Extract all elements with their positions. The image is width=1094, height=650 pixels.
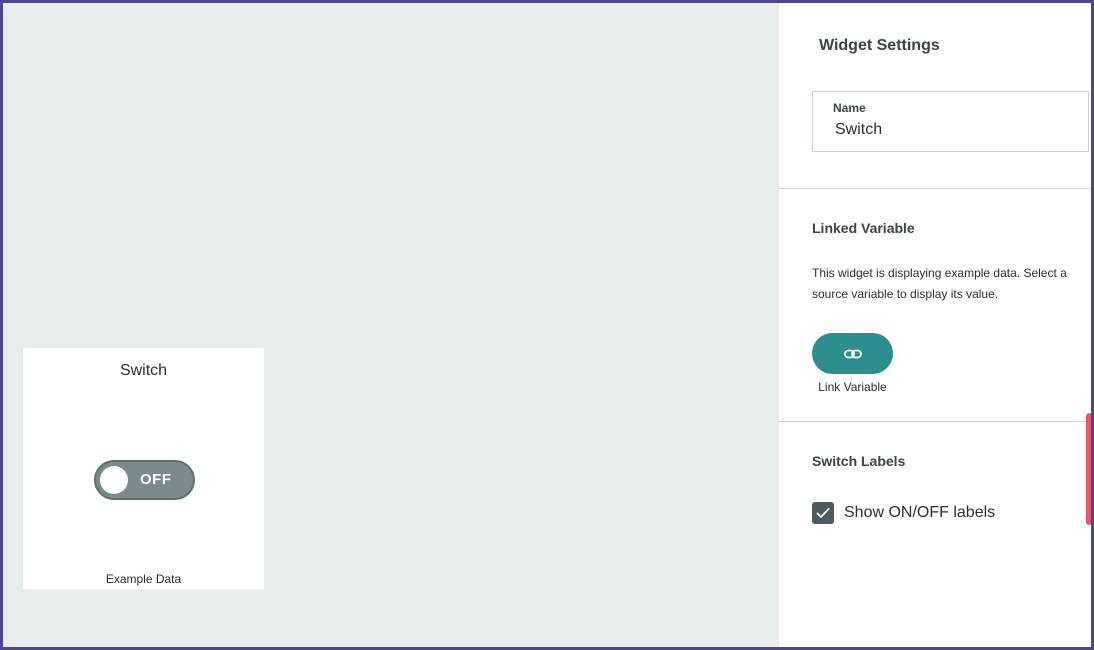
- linked-variable-title: Linked Variable: [812, 220, 915, 236]
- linked-variable-description: This widget is displaying example data. …: [812, 266, 1067, 301]
- widget-title: Switch: [119, 362, 168, 379]
- link-variable-button[interactable]: [812, 333, 893, 374]
- name-field-label: Name: [833, 101, 866, 115]
- toggle-state-label: OFF: [140, 471, 172, 488]
- name-field-value[interactable]: Switch: [835, 121, 882, 139]
- dashboard-canvas: Switch OFF Example Data: [3, 3, 779, 647]
- show-labels-checkbox-label[interactable]: Show ON/OFF labels: [844, 504, 995, 522]
- toggle-knob: [100, 466, 128, 494]
- widget-settings-panel: Widget Settings Name Switch Linked Varia…: [779, 3, 1091, 647]
- widget-footer: Example Data: [105, 572, 182, 586]
- section-divider: [779, 188, 1091, 189]
- link-icon: [843, 349, 862, 358]
- section-divider: [779, 421, 1091, 422]
- panel-title: Widget Settings: [819, 37, 940, 54]
- switch-toggle[interactable]: OFF: [94, 460, 195, 500]
- app-frame: Switch OFF Example Data Widget Settings …: [0, 0, 1094, 650]
- switch-widget[interactable]: Switch OFF Example Data: [23, 348, 264, 589]
- name-field[interactable]: Name Switch: [812, 91, 1089, 152]
- show-labels-checkbox[interactable]: [812, 502, 834, 524]
- switch-labels-title: Switch Labels: [812, 453, 906, 469]
- link-variable-label: Link Variable: [818, 380, 887, 394]
- panel-scrollbar[interactable]: [1086, 413, 1091, 525]
- checkmark-icon: [816, 508, 830, 518]
